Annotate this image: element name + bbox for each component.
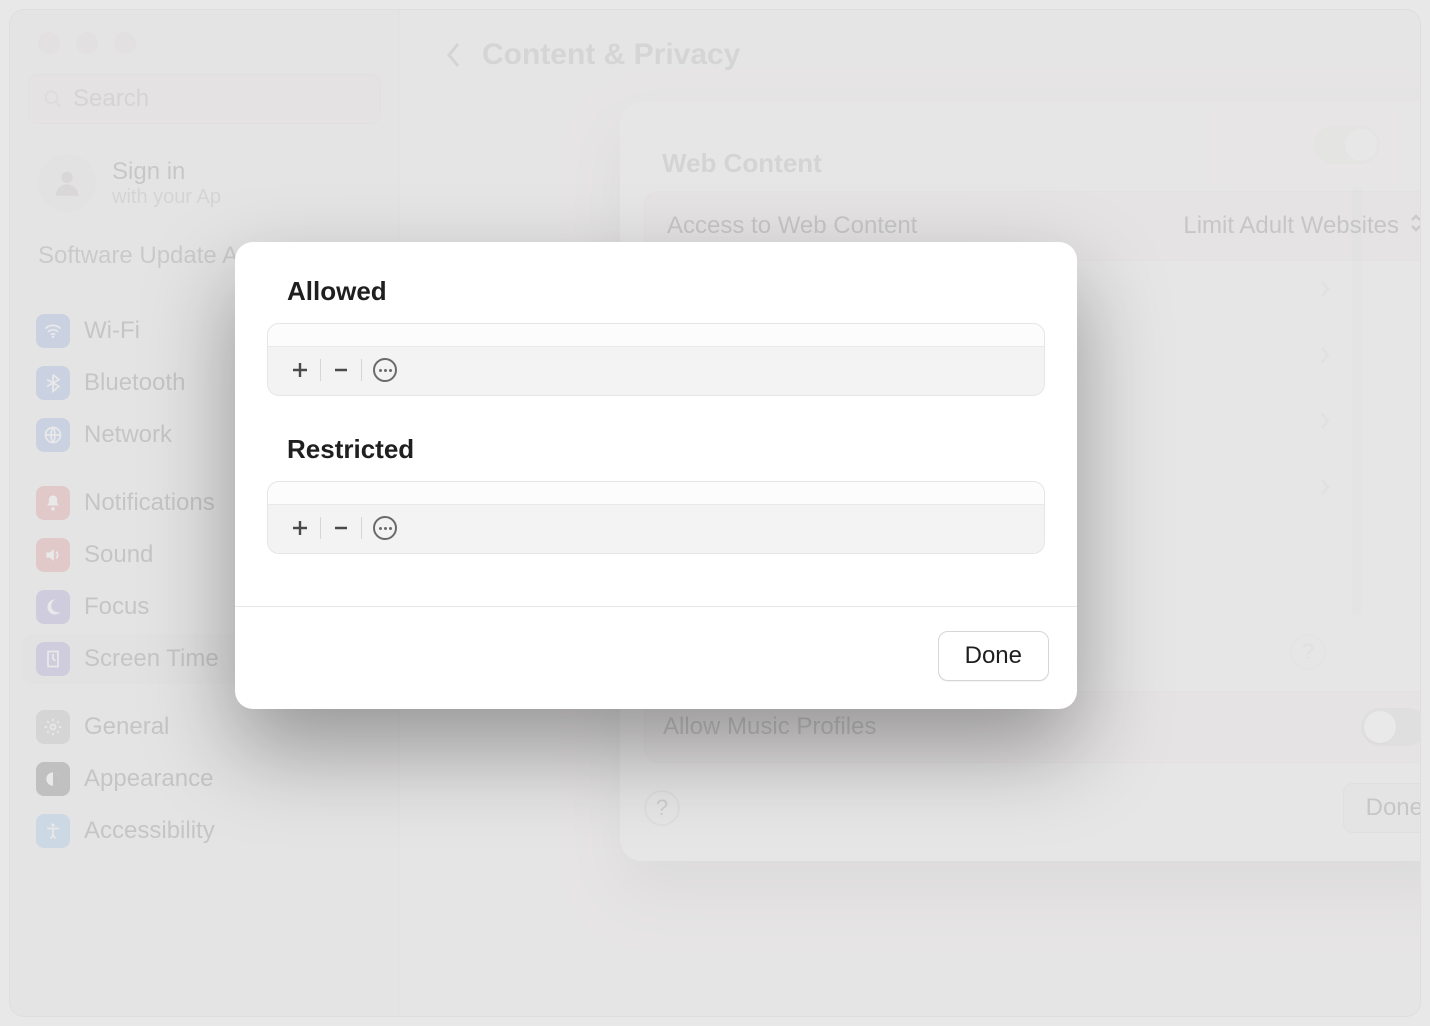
allowed-restricted-modal: Allowed Restricted	[235, 242, 1077, 709]
modal-done-button[interactable]: Done	[938, 631, 1049, 681]
allowed-list-body[interactable]	[268, 324, 1044, 346]
access-web-content-label: Access to Web Content	[667, 212, 917, 240]
close-window-button[interactable]	[38, 32, 60, 54]
appearance-icon	[36, 762, 70, 796]
restricted-remove-button[interactable]	[321, 513, 361, 543]
updown-chevron-icon	[1409, 212, 1420, 240]
sidebar-item-appearance[interactable]: Appearance	[22, 754, 387, 804]
focus-icon	[36, 590, 70, 624]
allowed-remove-button[interactable]	[321, 355, 361, 385]
titlebar: Content & Privacy	[400, 10, 1420, 86]
sidebar-item-label: Accessibility	[84, 817, 215, 845]
sidebar-item-label: Wi-Fi	[84, 317, 140, 345]
restricted-list-toolbar	[268, 504, 1044, 553]
sidebar-item-general[interactable]: General	[22, 702, 387, 752]
signin-subtitle: with your Ap	[112, 186, 221, 209]
wifi-icon	[36, 314, 70, 348]
restricted-more-button[interactable]	[362, 513, 402, 543]
sidebar-item-label: Screen Time	[84, 645, 219, 673]
chevron-left-icon	[446, 42, 462, 68]
person-icon	[50, 166, 84, 200]
accessibility-icon	[36, 814, 70, 848]
restricted-list-body[interactable]	[268, 482, 1044, 504]
allowed-list-toolbar	[268, 346, 1044, 395]
bluetooth-icon	[36, 366, 70, 400]
screentime-icon	[36, 642, 70, 676]
bell-icon	[36, 486, 70, 520]
allowed-add-button[interactable]	[280, 355, 320, 385]
account-row[interactable]: Sign in with your Ap	[10, 140, 399, 222]
restricted-list[interactable]	[267, 481, 1045, 554]
restricted-add-button[interactable]	[280, 513, 320, 543]
zoom-window-button[interactable]	[114, 32, 136, 54]
sidebar-item-label: Network	[84, 421, 172, 449]
access-web-content-value: Limit Adult Websites	[1183, 212, 1399, 240]
search-input[interactable]: Search	[28, 74, 381, 124]
web-content-section-label: Web Content	[644, 138, 1420, 191]
window-controls	[10, 10, 399, 70]
sidebar-item-label: Bluetooth	[84, 369, 185, 397]
sidebar-item-label: General	[84, 713, 169, 741]
access-web-content-popup[interactable]: Limit Adult Websites	[1183, 212, 1420, 240]
avatar	[38, 154, 96, 212]
sheet-help-button[interactable]: ?	[644, 790, 680, 826]
sidebar-item-label: Focus	[84, 593, 149, 621]
ellipsis-circle-icon	[373, 358, 397, 382]
restricted-section-title: Restricted	[259, 434, 1053, 481]
sound-icon	[36, 538, 70, 572]
allowed-list[interactable]	[267, 323, 1045, 396]
search-icon	[43, 89, 63, 109]
ellipsis-circle-icon	[373, 516, 397, 540]
sidebar-item-label: Sound	[84, 541, 153, 569]
allowed-section-title: Allowed	[259, 276, 1053, 323]
allow-music-profiles-toggle[interactable]	[1361, 708, 1420, 746]
back-button[interactable]	[446, 42, 462, 68]
allow-music-profiles-label: Allow Music Profiles	[663, 713, 876, 741]
sidebar-item-label: Notifications	[84, 489, 215, 517]
signin-label: Sign in	[112, 158, 221, 186]
sidebar-item-label: Appearance	[84, 765, 213, 793]
network-icon	[36, 418, 70, 452]
page-title: Content & Privacy	[482, 38, 740, 72]
sheet-done-button[interactable]: Done	[1343, 783, 1420, 833]
gear-icon	[36, 710, 70, 744]
allowed-more-button[interactable]	[362, 355, 402, 385]
search-placeholder: Search	[73, 85, 149, 113]
minimize-window-button[interactable]	[76, 32, 98, 54]
sidebar-item-accessibility[interactable]: Accessibility	[22, 806, 387, 856]
